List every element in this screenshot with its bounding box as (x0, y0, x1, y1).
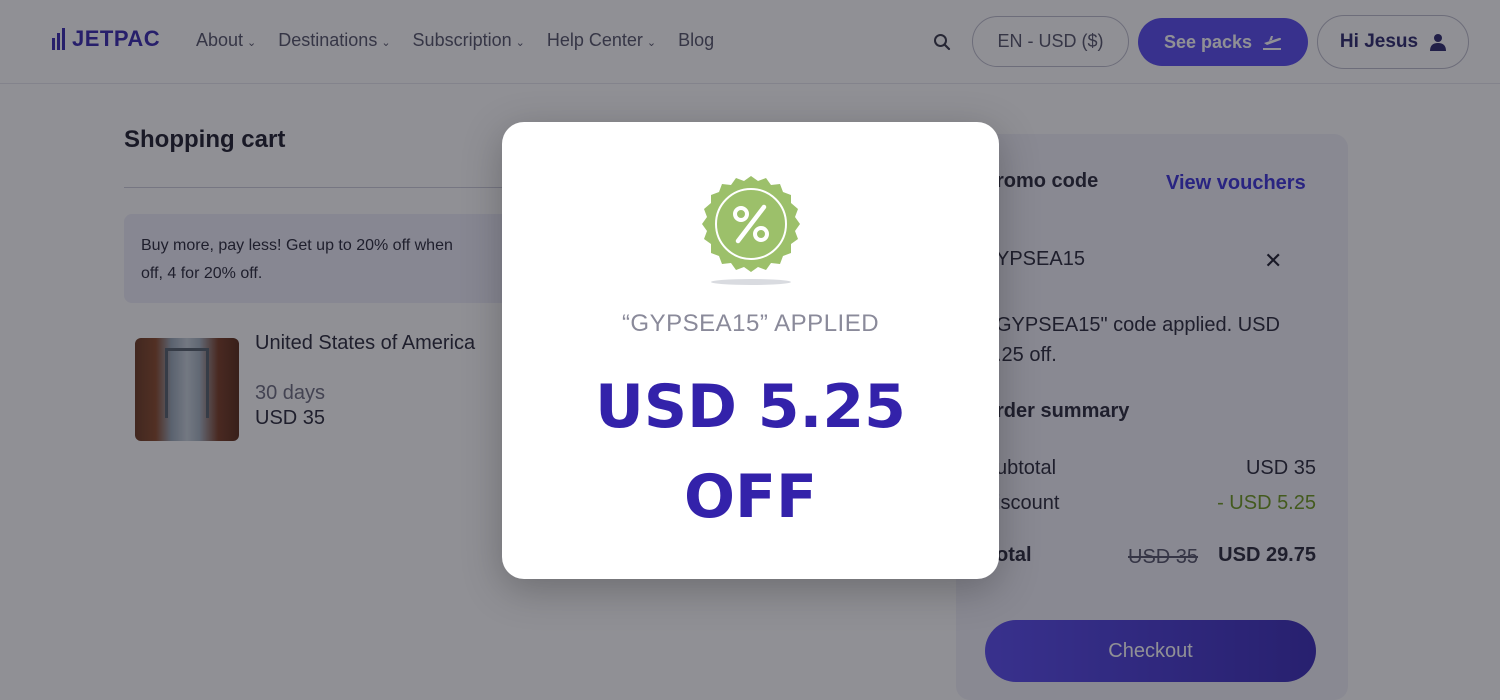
discount-off-label: OFF (684, 462, 817, 532)
discount-amount: USD 5.25 (595, 372, 906, 442)
promo-applied-modal: “GYPSEA15” APPLIED USD 5.25 OFF (502, 122, 999, 579)
code-applied-title: “GYPSEA15” APPLIED (621, 310, 880, 337)
percent-badge-icon (702, 176, 800, 285)
discount-amount-headline: USD 5.25 OFF (502, 362, 999, 542)
